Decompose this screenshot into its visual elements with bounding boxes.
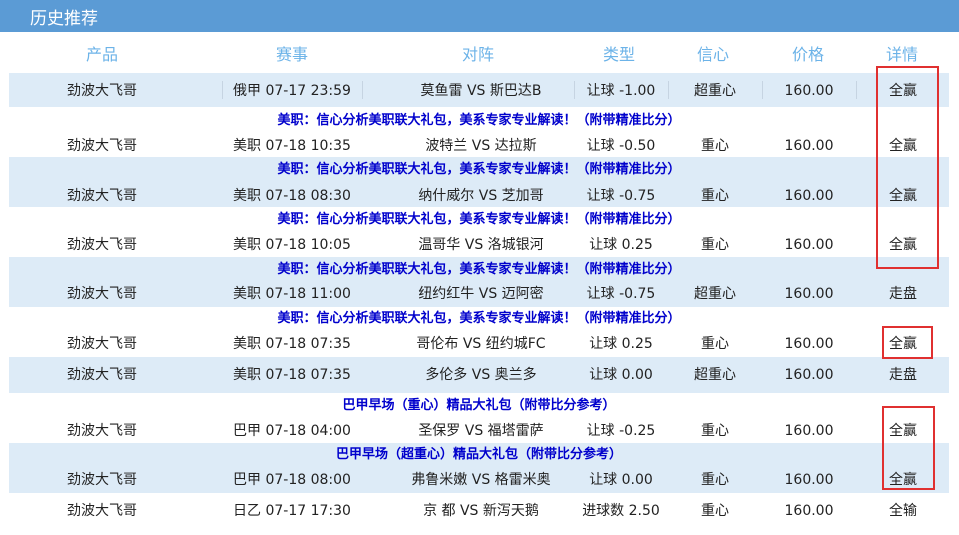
match-cell: 俄甲 07-17 23:59 [233,83,351,99]
result-cell[interactable]: 全赢 [803,335,959,353]
match-cell: 美职 07-18 08:30 [233,188,351,204]
result-cell[interactable]: 全赢 [803,471,959,489]
result-cell[interactable]: 走盘 [803,285,959,303]
result-cell[interactable]: 走盘 [803,366,959,384]
section-title: 历史推荐 [30,9,98,29]
product-cell: 劲波大飞哥 [67,138,137,154]
match-cell: 美职 07-18 07:35 [233,367,351,383]
highlight-box [882,326,933,359]
product-cell: 劲波大飞哥 [67,503,137,519]
promo-link[interactable]: 美职：信心分析美职联大礼包，美系专家专业解读！（附带精准比分） [9,161,949,179]
product-cell: 劲波大飞哥 [67,336,137,352]
match-cell: 巴甲 07-18 04:00 [233,423,351,439]
promo-link[interactable]: 美职：信心分析美职联大礼包，美系专家专业解读！（附带精准比分） [9,211,949,229]
header-details: 详情 [885,45,918,64]
promo-link[interactable]: 美职：信心分析美职联大礼包，美系专家专业解读！（附带精准比分） [9,112,949,130]
product-cell: 劲波大飞哥 [67,367,137,383]
match-cell: 美职 07-18 11:00 [233,286,351,302]
match-cell: 美职 07-18 07:35 [233,336,351,352]
highlight-box [882,406,935,490]
promo-link[interactable]: 美职：信心分析美职联大礼包，美系专家专业解读！（附带精准比分） [9,261,949,279]
match-cell: 巴甲 07-18 08:00 [233,472,351,488]
match-cell: 美职 07-18 10:35 [233,138,351,154]
result-cell[interactable]: 全输 [803,502,959,520]
promo-link[interactable]: 巴甲早场（超重心）精品大礼包（附带比分参考） [9,446,949,464]
product-cell: 劲波大飞哥 [67,188,137,204]
section-titlebar: 历史推荐 [0,0,959,32]
promo-link[interactable]: 美职：信心分析美职联大礼包，美系专家专业解读！（附带精准比分） [9,310,949,328]
product-cell: 劲波大飞哥 [67,423,137,439]
result-cell[interactable]: 全赢 [803,422,959,440]
header-teams: 对阵 [461,45,494,64]
product-cell: 劲波大飞哥 [67,472,137,488]
product-cell: 劲波大飞哥 [67,286,137,302]
header-product: 产品 [85,45,118,64]
match-cell: 日乙 07-17 17:30 [233,503,351,519]
match-cell: 美职 07-18 10:05 [233,237,351,253]
product-cell: 劲波大飞哥 [67,237,137,253]
promo-link[interactable]: 巴甲早场（重心）精品大礼包（附带比分参考） [9,397,949,415]
header-match: 赛事 [275,45,308,64]
highlight-box [876,66,939,269]
product-cell: 劲波大飞哥 [67,83,137,99]
